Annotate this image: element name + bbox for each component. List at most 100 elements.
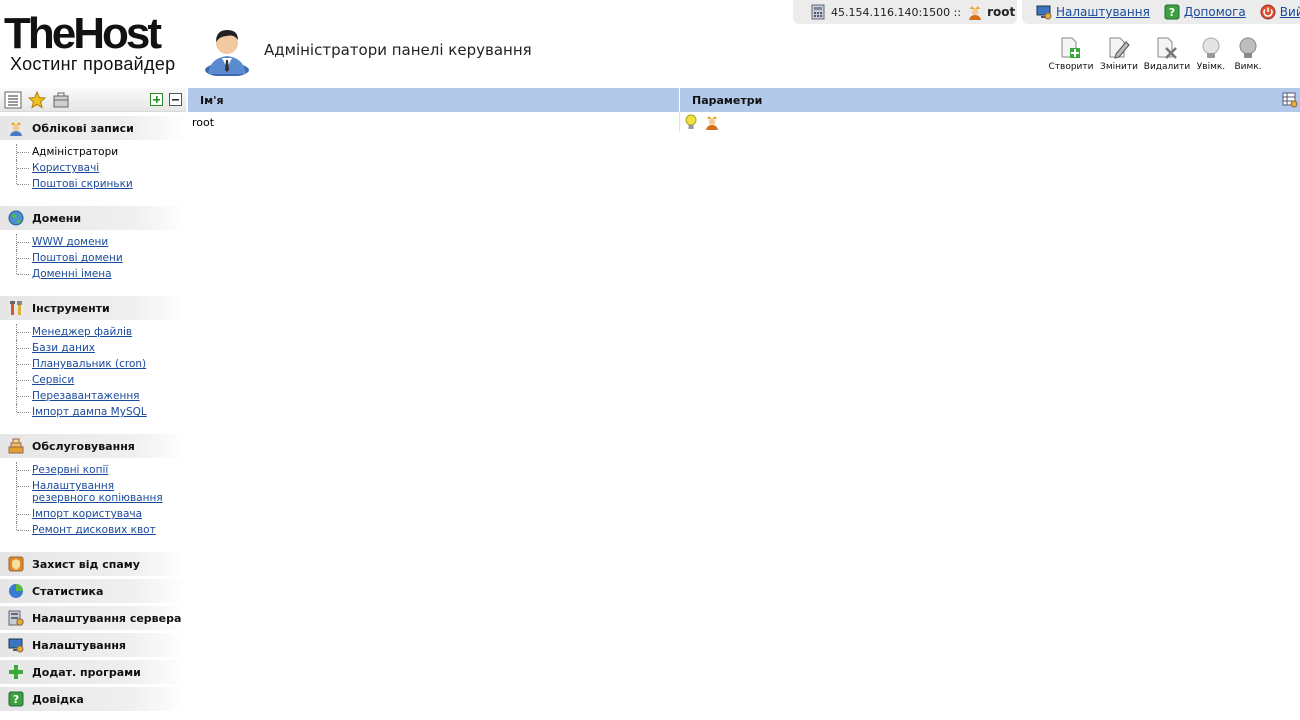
sidebar-item-label: WWW домени <box>32 236 109 248</box>
sidebar-item-mail-domains[interactable]: Поштові домени <box>16 250 186 266</box>
sidebar-item-domain-names[interactable]: Доменні імена <box>16 266 186 282</box>
sidebar-item-label: Користувачі <box>32 162 100 174</box>
sidebar-item-mysql-import[interactable]: Імпорт дампа MySQL <box>16 404 186 420</box>
plus-icon <box>8 664 24 680</box>
sidebar-section-accounts[interactable]: Облікові записи <box>0 116 186 140</box>
sidebar-item-backups[interactable]: Резервні копії <box>16 462 186 478</box>
edit-icon <box>1109 37 1130 59</box>
sidebar-item-label: Бази даних <box>32 342 95 354</box>
sidebar-section-help[interactable]: ? Довідка <box>0 687 186 711</box>
sidebar-section-server-settings[interactable]: Налаштування сервера <box>0 606 186 630</box>
sidebar-collapsed-sections: Захист від спаму Статистика Налаштування… <box>0 552 186 711</box>
server-settings-icon <box>8 610 24 626</box>
tools-icon <box>8 300 24 316</box>
admin-user-icon <box>202 24 252 77</box>
column-header-params[interactable]: Параметри <box>680 88 1300 112</box>
menu-list-button[interactable] <box>4 91 22 109</box>
sidebar-item-label: Перезавантаження <box>32 390 140 402</box>
sidebar-item-label: Поштові домени <box>32 252 123 264</box>
sidebar-item-label: Ремонт дискових квот <box>32 524 156 536</box>
column-header-name[interactable]: Ім'я <box>188 88 680 112</box>
create-label: Створити <box>1048 62 1094 72</box>
expand-all-icon[interactable] <box>150 93 163 106</box>
sidebar-section-antispam[interactable]: Захист від спаму <box>0 552 186 576</box>
sidebar-list-accounts: Адміністратори Користувачі Поштові скрин… <box>0 140 186 206</box>
sidebar-item-administrators[interactable]: Адміністратори <box>16 144 186 160</box>
current-user: root <box>987 5 1016 19</box>
sidebar-item-label: Поштові скриньки <box>32 178 133 190</box>
section-title: Довідка <box>32 692 84 706</box>
row-name: root <box>192 115 215 129</box>
sidebar-item-users[interactable]: Користувачі <box>16 160 186 176</box>
user-crown-icon <box>706 116 718 130</box>
server-info: 45.154.116.140:1500 :: root <box>793 0 1017 24</box>
sidebar-item-label: Планувальник (cron) <box>32 358 147 370</box>
sidebar-item-reboot[interactable]: Перезавантаження <box>16 388 186 404</box>
top-link-settings[interactable]: Налаштування <box>1036 4 1150 20</box>
sidebar-item-label: Імпорт дампа MySQL <box>32 406 147 418</box>
star-icon <box>28 90 46 109</box>
user-crown-icon <box>969 6 982 20</box>
help-icon: ? <box>8 691 24 707</box>
edit-button[interactable]: Змінити <box>1096 36 1142 76</box>
sidebar-item-label: Налаштування резервного копіювання <box>32 480 163 504</box>
sidebar-item-backup-settings[interactable]: Налаштування резервного копіювання <box>16 478 186 506</box>
logo-main-text: TheHost <box>4 9 162 58</box>
briefcase-icon <box>53 92 69 107</box>
table-row[interactable]: root <box>188 112 1300 132</box>
globe-icon <box>8 210 24 226</box>
main-content: Ім'я Параметри root <box>188 88 1300 720</box>
top-link-help[interactable]: ? Допомога <box>1164 4 1246 20</box>
section-title: Інструменти <box>32 301 110 315</box>
sidebar-item-label: Резервні копії <box>32 464 109 476</box>
server-icon <box>811 4 825 20</box>
help-icon: ? <box>1164 4 1180 20</box>
accounts-icon <box>8 120 24 136</box>
section-title: Статистика <box>32 584 104 598</box>
collapse-all-icon[interactable] <box>169 93 182 106</box>
sidebar-item-cron[interactable]: Планувальник (cron) <box>16 356 186 372</box>
shield-icon <box>8 556 24 572</box>
section-title: Домени <box>32 211 82 225</box>
sidebar-item-label: Адміністратори <box>32 146 119 158</box>
column-header-label: Ім'я <box>200 93 224 107</box>
top-link-logout-label: Вийти <box>1279 5 1300 19</box>
enable-button[interactable]: Увімк. <box>1192 36 1230 76</box>
disable-button[interactable]: Вимк. <box>1230 36 1266 76</box>
section-title: Додат. програми <box>32 665 141 679</box>
brand-logo[interactable]: TheHost Хостинг провайдер <box>4 9 186 76</box>
delete-button[interactable]: Видалити <box>1142 36 1192 76</box>
column-header-label: Параметри <box>692 93 763 107</box>
sidebar-section-statistics[interactable]: Статистика <box>0 579 186 603</box>
delete-icon <box>1157 37 1177 59</box>
sidebar-section-settings[interactable]: Налаштування <box>0 633 186 657</box>
create-button[interactable]: Створити <box>1046 36 1096 76</box>
delete-label: Видалити <box>1143 62 1191 72</box>
sidebar-section-maintenance[interactable]: Обслуговування <box>0 434 186 458</box>
briefcase-button[interactable] <box>52 91 70 109</box>
section-title: Налаштування сервера <box>32 611 182 625</box>
top-link-logout[interactable]: Вийти <box>1260 4 1300 20</box>
bulb-off-icon <box>1239 37 1257 58</box>
sidebar-section-addons[interactable]: Додат. програми <box>0 660 186 684</box>
sidebar-list-domains: WWW домени Поштові домени Доменні імена <box>0 230 186 296</box>
enable-label: Увімк. <box>1196 62 1226 72</box>
sidebar-item-databases[interactable]: Бази даних <box>16 340 186 356</box>
sidebar-item-www-domains[interactable]: WWW домени <box>16 234 186 250</box>
pie-chart-icon <box>8 583 24 599</box>
sidebar-item-disk-quota-repair[interactable]: Ремонт дискових квот <box>16 522 186 538</box>
top-link-help-label: Допомога <box>1183 5 1246 19</box>
sidebar-section-tools[interactable]: Інструменти <box>0 296 186 320</box>
sidebar-item-mailboxes[interactable]: Поштові скриньки <box>16 176 186 192</box>
sidebar-item-services[interactable]: Сервіси <box>16 372 186 388</box>
sidebar-item-file-manager[interactable]: Менеджер файлів <box>16 324 186 340</box>
sidebar-section-domains[interactable]: Домени <box>0 206 186 230</box>
table-settings-icon[interactable] <box>1282 92 1298 108</box>
favorites-button[interactable] <box>28 90 46 109</box>
list-icon <box>4 91 22 108</box>
section-title: Облікові записи <box>32 121 134 135</box>
sidebar-item-label: Сервіси <box>32 374 75 386</box>
sidebar-item-user-import[interactable]: Імпорт користувача <box>16 506 186 522</box>
svg-text:?: ? <box>13 693 19 706</box>
section-title: Обслуговування <box>32 439 135 453</box>
